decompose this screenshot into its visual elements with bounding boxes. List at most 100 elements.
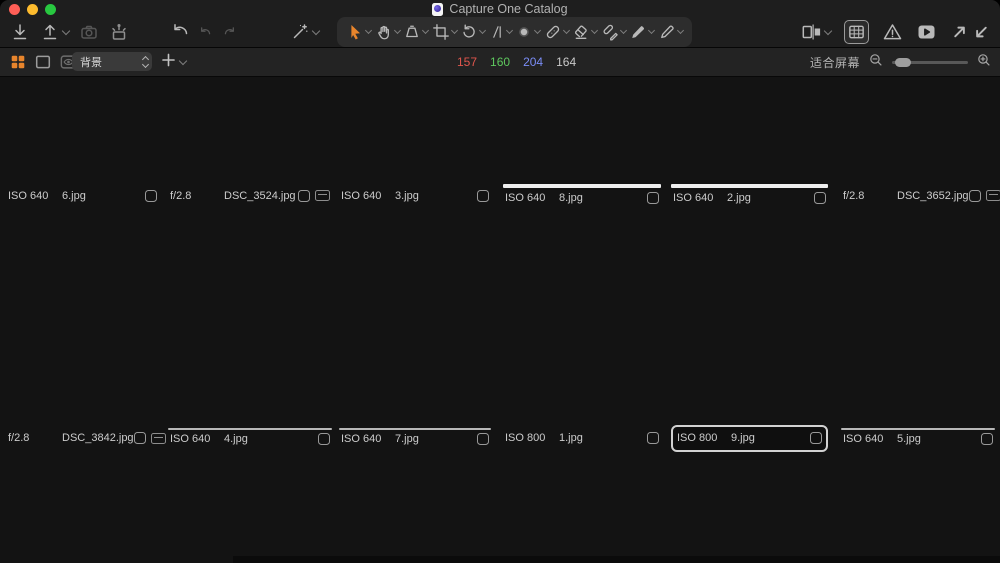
share-arrows-group [950,22,991,42]
zoom-slider[interactable] [892,61,968,64]
rgb-value-1: 160 [490,55,510,69]
magic-wand-button[interactable] [290,22,319,42]
select-checkbox[interactable] [298,190,310,202]
chevron-down-icon [824,26,832,34]
zoom-out-icon[interactable] [868,50,884,75]
thumbnail-box: LCHUIf/2.8DSC_3652.jpg [841,186,995,205]
rgb-value-2: 204 [523,55,543,69]
thumbnail-cell[interactable]: ISO 6408.jpg [503,81,661,310]
camera-icon [79,22,99,42]
thumbnail-grid-button[interactable] [9,52,27,72]
spot-removal-button[interactable] [515,19,540,45]
horizontal-scrollbar[interactable] [233,556,1000,563]
select-checkbox[interactable] [969,190,981,202]
zoom-slider-thumb[interactable] [895,58,911,67]
collection-select[interactable]: 背景 [72,52,152,71]
heal-icon [544,22,562,42]
photo-thumbnail[interactable] [339,428,491,430]
select-cursor-button[interactable] [346,19,371,45]
photo-thumbnail[interactable] [168,428,332,430]
export-button[interactable] [40,22,69,42]
heal-button[interactable] [544,19,569,45]
window-title-area: Capture One Catalog [0,2,1000,16]
select-checkbox[interactable] [134,432,146,444]
slideshow-icon [916,22,937,42]
photo-thumbnail[interactable] [671,184,828,188]
zoom-controls: 适合屏幕 [810,48,992,76]
photo-thumbnail[interactable] [841,428,995,430]
thumbnail-cell[interactable]: LCHUIISO 8001.jpg [503,314,661,562]
straighten-icon [489,22,505,42]
select-checkbox[interactable] [477,190,489,202]
add-collection-button[interactable] [160,48,186,76]
thumbnail-cell[interactable]: ISO 6404.jpg [168,314,332,562]
pan-hand-button[interactable] [375,19,400,45]
share-out-button[interactable] [950,22,969,42]
filename-label: 9.jpg [731,432,755,444]
select-checkbox[interactable] [145,190,157,202]
thumbnail-cell[interactable]: LCHUIf/2.8DSC_3652.jpg [841,81,995,310]
thumbnail-cell[interactable]: ISO 6405.jpg [841,314,995,562]
photo-thumbnail[interactable] [503,184,661,188]
meta-label: f/2.8 [843,190,889,202]
thumbnail-cell[interactable]: LCHUIf/2.8DSC_3842.jpg [6,314,159,562]
chevron-down-icon [563,27,570,34]
loupe-button[interactable] [403,19,428,45]
viewer-layout-icon [801,22,822,42]
warning-button[interactable] [882,22,903,42]
viewer-pane-button[interactable] [34,52,52,72]
zoom-in-icon[interactable] [976,50,992,75]
viewer-layout-button[interactable] [801,22,831,42]
select-checkbox[interactable] [477,433,489,445]
tether-icon [109,22,129,42]
erase-button[interactable] [572,19,597,45]
reset-arrow-button[interactable] [170,22,190,42]
clone-button[interactable] [601,19,626,45]
pen-button[interactable] [658,19,683,45]
thumbnail-label-row: ISO 8001.jpg [503,429,661,448]
chevron-down-icon [677,27,684,34]
thumbnail-box: LCHUIf/2.8DSC_3842.jpg [6,429,159,448]
browser-toolbar: 背景 157160204164 适合屏幕 [0,48,1000,77]
filename-label: DSC_3842.jpg [62,432,134,444]
meta-label: ISO 800 [677,432,723,444]
thumbnail-label-row: ISO 6407.jpg [339,430,491,449]
thumbnail-cell[interactable]: LCHUIf/2.8DSC_3524.jpg [168,81,332,310]
meta-label: ISO 640 [673,192,719,204]
redo-button[interactable] [221,22,238,42]
straighten-button[interactable] [489,19,512,45]
thumbnail-cell[interactable]: ISO 6402.jpg [671,81,828,310]
rotate-button[interactable] [460,19,485,45]
chevron-down-icon [648,27,655,34]
thumbnail-box: LCHUIISO 8009.jpg [671,425,828,452]
thumbnail-cell[interactable]: ISO 6407.jpg [339,314,491,562]
undo-button[interactable] [197,22,214,42]
clone-icon [601,22,619,42]
tether-button[interactable] [109,22,129,42]
select-checkbox[interactable] [981,433,993,445]
thumbnail-cell[interactable]: LCHUIISO 6406.jpg [6,81,159,310]
rgb-value-3: 164 [556,55,576,69]
plus-icon [160,50,177,75]
import-button[interactable] [10,22,30,42]
select-checkbox[interactable] [647,192,659,204]
fit-screen-label[interactable]: 适合屏幕 [810,54,860,71]
select-checkbox[interactable] [318,433,330,445]
slideshow-button[interactable] [916,22,937,42]
filename-label: 6.jpg [62,190,86,202]
filename-label: 4.jpg [224,433,248,445]
select-checkbox[interactable] [647,432,659,444]
auto-adjust-group [290,17,319,47]
select-checkbox[interactable] [810,432,822,444]
select-checkbox[interactable] [814,192,826,204]
share-in-button[interactable] [972,22,991,42]
draw-mask-button[interactable] [629,19,654,45]
meta-label: f/2.8 [170,190,216,202]
thumbnail-cell[interactable]: LCHUIISO 6403.jpg [339,81,491,310]
camera-button[interactable] [79,22,99,42]
grid-overlay-button[interactable] [844,20,869,44]
crop-button[interactable] [432,19,457,45]
main-toolbar [0,17,1000,48]
thumbnail-box: LCHUIf/2.8DSC_3524.jpg [168,186,332,205]
thumbnail-cell[interactable]: LCHUIISO 8009.jpg [671,314,828,562]
